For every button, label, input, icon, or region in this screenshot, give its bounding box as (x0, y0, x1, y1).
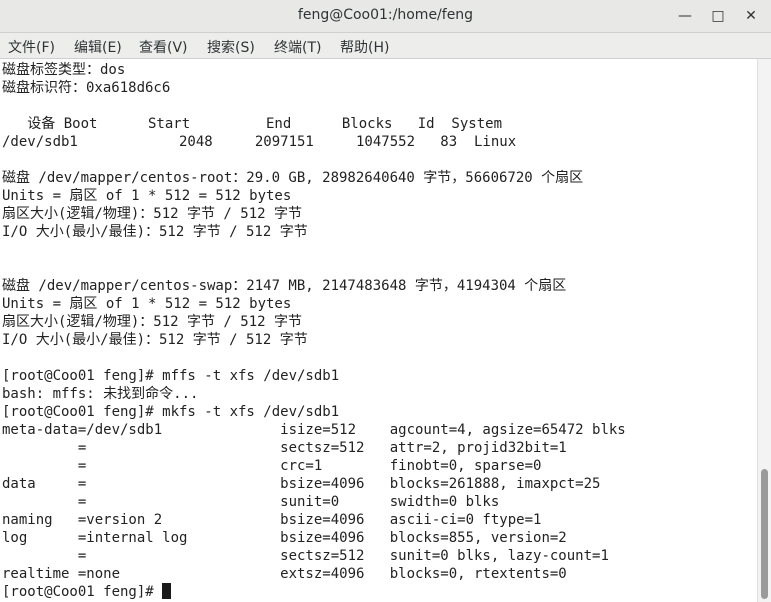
terminal-line: realtime =none extsz=4096 blocks=0, rtex… (2, 566, 567, 582)
terminal-line: naming =version 2 bsize=4096 ascii-ci=0 … (2, 512, 542, 528)
terminal-line: 设备 Boot Start End Blocks Id System (2, 116, 503, 132)
title-bar: feng@Coo01:/home/feng — □ ✕ (0, 0, 771, 33)
close-button[interactable]: ✕ (739, 4, 763, 28)
menu-file[interactable]: 文件(F) (8, 37, 55, 57)
text-cursor (162, 583, 172, 599)
terminal-line: 磁盘标签类型：dos (2, 62, 126, 78)
terminal-line: /dev/sdb1 2048 2097151 1047552 83 Linux (2, 134, 517, 150)
terminal-line: Units = 扇区 of 1 * 512 = 512 bytes (2, 296, 292, 312)
maximize-button[interactable]: □ (706, 4, 730, 28)
terminal-line: = sunit=0 swidth=0 blks (2, 494, 500, 510)
menu-edit[interactable]: 编辑(E) (74, 37, 122, 57)
menu-search[interactable]: 搜索(S) (207, 37, 255, 57)
prompt-text: [root@Coo01 feng]# (2, 584, 163, 600)
terminal-line: 磁盘 /dev/mapper/centos-swap：2147 MB, 2147… (2, 278, 567, 294)
terminal-line: I/O 大小(最小/最佳)：512 字节 / 512 字节 (2, 224, 308, 240)
terminal-line: 磁盘标识符：0xa618d6c6 (2, 80, 171, 96)
minimize-button[interactable]: — (673, 4, 697, 28)
terminal-line: meta-data=/dev/sdb1 isize=512 agcount=4,… (2, 422, 626, 438)
vertical-scrollbar[interactable] (757, 59, 771, 602)
terminal-line: = sectsz=512 attr=2, projid32bit=1 (2, 440, 567, 456)
terminal-line: = sectsz=512 sunit=0 blks, lazy-count=1 (2, 548, 609, 564)
terminal-line: 扇区大小(逻辑/物理)：512 字节 / 512 字节 (2, 314, 303, 330)
menu-terminal[interactable]: 终端(T) (274, 37, 321, 57)
menu-help[interactable]: 帮助(H) (340, 37, 389, 57)
menu-view[interactable]: 查看(V) (139, 37, 188, 57)
terminal-line: Units = 扇区 of 1 * 512 = 512 bytes (2, 188, 292, 204)
terminal-line: = crc=1 finobt=0, sparse=0 (2, 458, 542, 474)
scrollbar-thumb[interactable] (761, 469, 768, 599)
prompt-line: [root@Coo01 feng]# (2, 583, 172, 601)
terminal-line: I/O 大小(最小/最佳)：512 字节 / 512 字节 (2, 332, 308, 348)
terminal-line: [root@Coo01 feng]# mffs -t xfs /dev/sdb1 (2, 368, 340, 384)
terminal-line: data = bsize=4096 blocks=261888, imaxpct… (2, 476, 601, 492)
terminal-line: [root@Coo01 feng]# mkfs -t xfs /dev/sdb1 (2, 404, 340, 420)
terminal-output[interactable]: 磁盘标签类型：dos 磁盘标识符：0xa618d6c6 设备 Boot Star… (0, 59, 757, 602)
terminal-line: 扇区大小(逻辑/物理)：512 字节 / 512 字节 (2, 206, 303, 222)
terminal-line: log =internal log bsize=4096 blocks=855,… (2, 530, 567, 546)
menu-bar: 文件(F) 编辑(E) 查看(V) 搜索(S) 终端(T) 帮助(H) (0, 33, 771, 59)
window-title: feng@Coo01:/home/feng (297, 7, 474, 23)
terminal-line: 磁盘 /dev/mapper/centos-root：29.0 GB, 2898… (2, 170, 584, 186)
terminal-line: bash: mffs: 未找到命令... (2, 386, 199, 402)
